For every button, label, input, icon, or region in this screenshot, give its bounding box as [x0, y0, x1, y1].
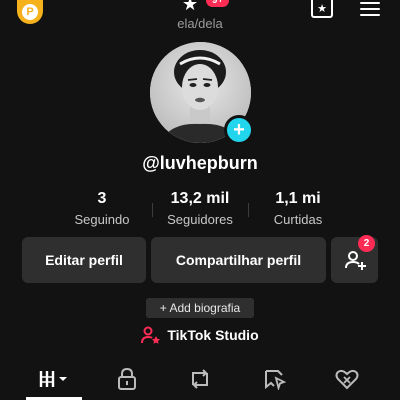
studio-icon — [141, 326, 161, 344]
add-bio-button[interactable]: + Add biografia — [146, 298, 254, 318]
stat-value: 1,1 mi — [275, 190, 321, 207]
videos-grid-icon — [39, 371, 67, 387]
stat-label: Seguindo — [74, 212, 130, 227]
tab-reposts[interactable] — [170, 364, 230, 394]
friends-badge: 2 — [358, 235, 375, 252]
stat-value: 13,2 mil — [170, 190, 230, 207]
profile-tabs — [0, 364, 400, 400]
lock-icon — [118, 368, 136, 390]
tab-liked[interactable] — [317, 364, 377, 394]
add-photo-button[interactable]: + — [224, 115, 254, 145]
pronouns-label: ela/dela — [177, 16, 223, 31]
star-icon[interactable]: ★ — [182, 0, 198, 15]
add-friends-button[interactable]: 2 — [331, 235, 378, 283]
tab-private[interactable] — [97, 364, 157, 394]
stat-divider — [152, 203, 153, 217]
tiktok-studio-link[interactable]: TikTok Studio — [0, 326, 400, 344]
repost-icon — [192, 369, 208, 389]
notification-badge: 9+ — [206, 0, 230, 7]
stat-value: 3 — [97, 190, 107, 207]
stat-followers[interactable]: 13,2 mil Seguidores — [145, 190, 255, 227]
liked-icon — [335, 369, 359, 390]
share-profile-button[interactable]: Compartilhar perfil — [151, 237, 326, 283]
studio-label: TikTok Studio — [167, 327, 259, 343]
hamburger-menu-icon[interactable] — [360, 2, 380, 18]
top-bar: P ★ 9+ ela/dela ★ — [0, 0, 400, 36]
tab-saved[interactable] — [245, 364, 305, 394]
tab-videos[interactable] — [24, 364, 84, 394]
profile-stats: 3 Seguindo 13,2 mil Seguidores 1,1 mi Cu… — [0, 190, 400, 230]
edit-profile-button[interactable]: Editar perfil — [22, 237, 146, 283]
add-friend-icon — [344, 251, 366, 270]
stat-label: Curtidas — [273, 212, 323, 227]
stat-label: Seguidores — [167, 212, 233, 227]
favorites-icon[interactable]: ★ — [311, 0, 333, 18]
saved-icon — [265, 370, 287, 390]
stat-following[interactable]: 3 Seguindo — [47, 190, 157, 227]
username: @luvhepburn — [142, 153, 258, 173]
stat-likes[interactable]: 1,1 mi Curtidas — [243, 190, 353, 227]
stat-divider — [248, 203, 249, 217]
